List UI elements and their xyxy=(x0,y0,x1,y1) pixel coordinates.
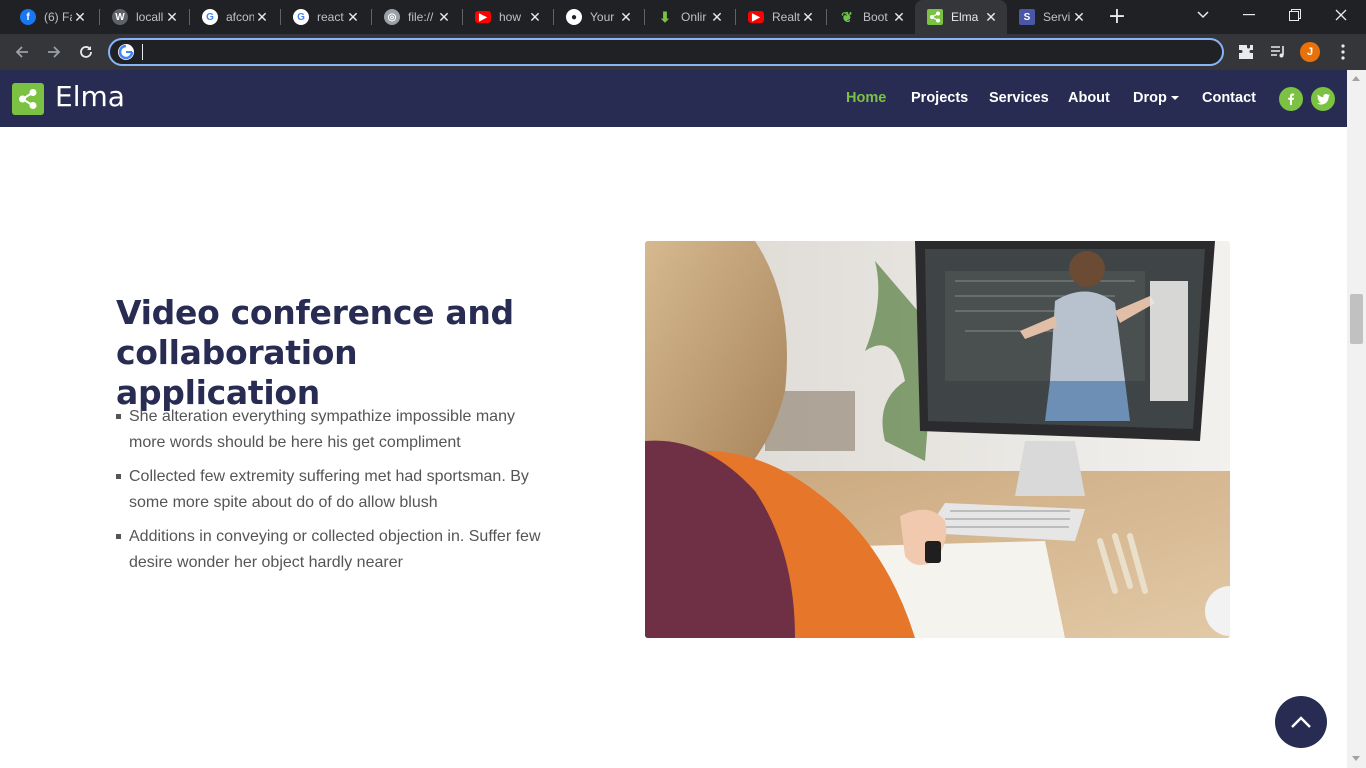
close-icon[interactable]: ✕ xyxy=(345,9,361,26)
nav-contact[interactable]: Contact xyxy=(1202,90,1256,106)
tab-localhost[interactable]: W locall ✕ xyxy=(100,0,188,34)
text-cursor xyxy=(142,44,143,60)
nav-home[interactable]: Home xyxy=(846,90,886,106)
tab-bootstrap[interactable]: ❦ Boot ✕ xyxy=(827,0,915,34)
reload-icon[interactable] xyxy=(73,39,99,65)
scroll-up-icon[interactable] xyxy=(1352,76,1360,81)
google-icon: G xyxy=(202,9,218,25)
list-item: Additions in conveying or collected obje… xyxy=(116,524,546,576)
nav-drop[interactable]: Drop xyxy=(1133,90,1179,106)
feature-list: She alteration everything sympathize imp… xyxy=(116,404,546,584)
share-logo-icon[interactable] xyxy=(12,83,44,115)
tab-file[interactable]: ◎ file:// ✕ xyxy=(372,0,460,34)
close-icon[interactable]: ✕ xyxy=(164,9,180,26)
wordpress-icon: W xyxy=(112,9,128,25)
scrollbar-thumb[interactable] xyxy=(1350,294,1363,344)
close-icon[interactable]: ✕ xyxy=(1071,9,1087,26)
close-icon[interactable]: ✕ xyxy=(800,9,816,26)
download-icon: ⬇ xyxy=(659,8,671,25)
tab-online[interactable]: ⬇ Onlir ✕ xyxy=(645,0,733,34)
github-icon: ● xyxy=(566,9,582,25)
tab-search-icon[interactable] xyxy=(1180,0,1226,30)
brand-name[interactable]: Elma xyxy=(55,80,125,113)
nav-projects[interactable]: Projects xyxy=(911,90,968,106)
youtube-icon: ▶ xyxy=(475,11,491,23)
menu-dots-icon[interactable] xyxy=(1331,40,1355,64)
close-icon[interactable]: ✕ xyxy=(527,9,543,26)
facebook-icon[interactable] xyxy=(1279,87,1303,111)
chevron-up-icon xyxy=(1291,716,1311,728)
video-conference-photo xyxy=(645,241,1230,638)
back-icon[interactable] xyxy=(9,39,35,65)
list-item: She alteration everything sympathize imp… xyxy=(116,404,546,456)
feature-heading: Video conference and collaboration appli… xyxy=(116,293,514,412)
share-icon xyxy=(927,9,943,25)
tab-afcon[interactable]: G afcon ✕ xyxy=(190,0,278,34)
feature-section: Video conference and collaboration appli… xyxy=(0,127,1347,768)
address-input[interactable] xyxy=(144,42,1204,62)
list-item: Collected few extremity suffering met ha… xyxy=(116,464,546,516)
nav-services[interactable]: Services xyxy=(989,90,1049,106)
tab-github[interactable]: ● Your ✕ xyxy=(554,0,642,34)
tab-youtube-how[interactable]: ▶ how ✕ xyxy=(463,0,551,34)
nav-about[interactable]: About xyxy=(1068,90,1110,106)
twitter-icon[interactable] xyxy=(1311,87,1335,111)
close-icon[interactable]: ✕ xyxy=(72,9,88,26)
site-navbar: Elma Home Projects Services About Drop C… xyxy=(0,70,1347,127)
tab-youtube-realt[interactable]: ▶ Realt ✕ xyxy=(736,0,824,34)
tab-services[interactable]: S Servi ✕ xyxy=(1007,0,1095,34)
restore-icon[interactable] xyxy=(1272,0,1318,30)
youtube-icon: ▶ xyxy=(748,11,764,23)
close-icon[interactable]: ✕ xyxy=(891,9,907,26)
close-icon[interactable]: ✕ xyxy=(436,9,452,26)
google-icon: G xyxy=(293,9,309,25)
media-control-icon[interactable] xyxy=(1266,40,1290,64)
close-icon[interactable]: ✕ xyxy=(618,9,634,26)
profile-avatar[interactable]: J xyxy=(1300,42,1320,62)
forward-icon[interactable] xyxy=(41,39,67,65)
scroll-down-icon[interactable] xyxy=(1352,756,1360,761)
page-scrollbar[interactable] xyxy=(1347,70,1366,768)
google-icon xyxy=(118,44,134,60)
close-icon[interactable]: ✕ xyxy=(983,9,999,26)
minimize-icon[interactable] xyxy=(1226,0,1272,30)
close-icon[interactable]: ✕ xyxy=(709,9,725,26)
leaf-icon: ❦ xyxy=(841,8,853,25)
browser-tab-strip: f (6) Fa ✕ W locall ✕ G afcon ✕ G react … xyxy=(0,0,1366,34)
nav-drop-label: Drop xyxy=(1133,90,1167,106)
close-window-icon[interactable] xyxy=(1318,0,1364,30)
address-bar[interactable] xyxy=(108,38,1224,66)
s-icon: S xyxy=(1019,9,1035,25)
tab-react[interactable]: G react ✕ xyxy=(281,0,369,34)
tab-facebook[interactable]: f (6) Fa ✕ xyxy=(8,0,96,34)
tab-elma[interactable]: Elma ✕ xyxy=(915,0,1007,34)
facebook-icon: f xyxy=(20,9,36,25)
back-to-top-button[interactable] xyxy=(1275,696,1327,748)
extensions-icon[interactable] xyxy=(1234,40,1258,64)
chevron-down-icon xyxy=(1170,96,1179,101)
globe-icon: ◎ xyxy=(384,9,400,25)
close-icon[interactable]: ✕ xyxy=(254,9,270,26)
new-tab-button[interactable]: + xyxy=(1104,4,1130,30)
